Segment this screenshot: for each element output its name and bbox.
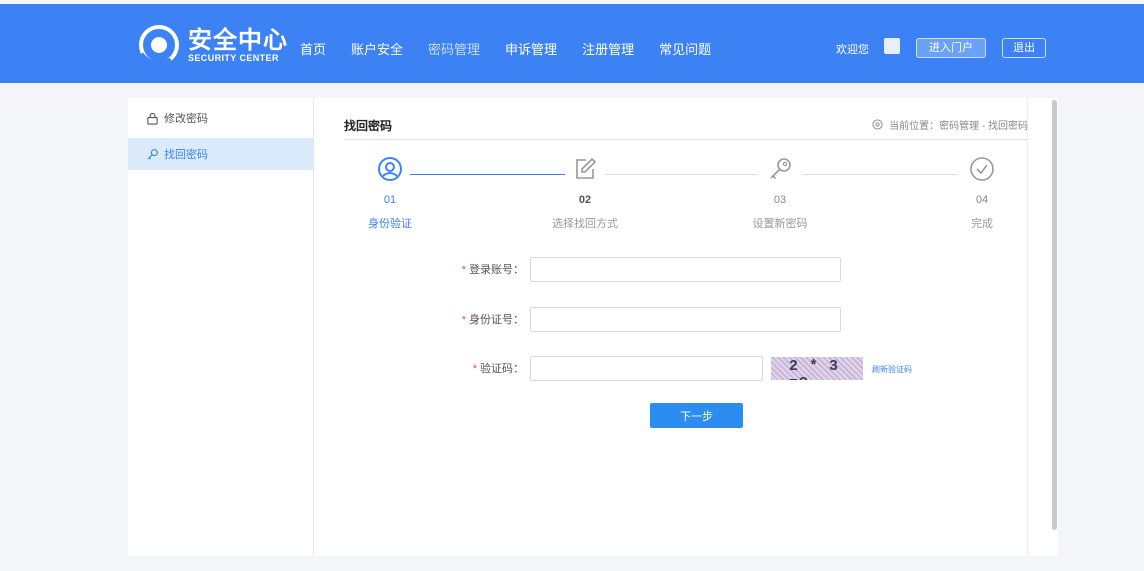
step-label: 身份验证 [368, 218, 412, 230]
step-number: 01 [383, 194, 397, 206]
breadcrumb-text: 当前位置：密码管理 - 找回密码 [889, 121, 1028, 132]
required-mark: * [461, 264, 466, 276]
content-header: 找回密码 当前位置：密码管理 - 找回密码 [344, 112, 1028, 140]
captcha-row: *验证码： 2 * 3 =? 刷新验证码 [328, 356, 1028, 382]
step-label: 选择找回方式 [552, 218, 618, 230]
avatar[interactable] [884, 38, 900, 54]
step-connector [605, 174, 758, 175]
edit-icon [576, 157, 597, 179]
enter-portal-button[interactable]: 进入门户 [916, 38, 986, 58]
user-circle-icon [378, 157, 402, 181]
step-label: 设置新密码 [752, 218, 808, 230]
step-label: 完成 [971, 218, 993, 230]
captcha-text: 2 * 3 =? [789, 358, 840, 380]
step-connector [802, 174, 958, 175]
captcha-input[interactable] [530, 356, 763, 381]
id-number-input[interactable] [530, 307, 841, 332]
nav-item-password-management[interactable]: 密码管理 [428, 39, 480, 58]
sidebar: 修改密码 找回密码 [128, 98, 314, 556]
refresh-captcha-link[interactable]: 刷新验证码 [872, 364, 912, 375]
step-set-new-password: 03 设置新密码 [740, 156, 820, 231]
top-header: 安全中心 SECURITY CENTER 首页 账户安全 密码管理 申诉管理 注… [0, 4, 1144, 83]
security-logo-icon [139, 25, 179, 66]
check-circle-icon [970, 157, 994, 181]
sidebar-item-label: 修改密码 [164, 113, 208, 125]
captcha-label: * 验证码： [472, 363, 524, 375]
breadcrumb: 当前位置：密码管理 - 找回密码 [872, 117, 1028, 132]
content-area: 找回密码 当前位置：密码管理 - 找回密码 01 身份验证 02 选择找回方式 … [328, 98, 1028, 556]
account-label: * 登录账号： [461, 264, 524, 276]
key-icon [147, 148, 158, 160]
nav-item-appeal-management[interactable]: 申诉管理 [505, 39, 557, 58]
nav-item-faq[interactable]: 常见问题 [659, 39, 711, 58]
next-step-button[interactable]: 下一步 [650, 403, 743, 428]
required-mark: * [461, 314, 466, 326]
captcha-image[interactable]: 2 * 3 =? [771, 357, 863, 380]
required-mark: * [472, 363, 477, 375]
account-row: * 登录账号： [328, 257, 1028, 283]
welcome-text: 欢迎您 [836, 44, 869, 56]
logo[interactable]: 安全中心 SECURITY CENTER [138, 24, 288, 66]
step-number: 03 [773, 194, 787, 206]
nav-item-account-security[interactable]: 账户安全 [351, 39, 403, 58]
step-choose-method: 02 选择找回方式 [545, 156, 625, 231]
step-identity-verification: 01 身份验证 [350, 156, 430, 231]
sidebar-item-recover-password[interactable]: 找回密码 [128, 138, 313, 170]
step-complete: 04 完成 [942, 156, 1022, 231]
location-pin-icon [872, 119, 883, 130]
main-nav: 首页 账户安全 密码管理 申诉管理 注册管理 常见问题 [300, 39, 736, 58]
logout-button[interactable]: 退出 [1002, 38, 1046, 58]
logo-title: 安全中心 [188, 24, 288, 54]
nav-item-registration-management[interactable]: 注册管理 [582, 39, 634, 58]
account-input[interactable] [530, 257, 841, 282]
logo-subtitle: SECURITY CENTER [188, 52, 279, 63]
page-title: 找回密码 [344, 119, 393, 133]
step-number: 02 [578, 194, 592, 206]
id-number-row: * 身份证号： [328, 307, 1028, 333]
main-panel: 修改密码 找回密码 找回密码 当前位置：密码管理 - 找回密码 01 身份验证 … [128, 98, 1058, 556]
key-icon [770, 158, 791, 180]
sidebar-item-label: 找回密码 [164, 149, 208, 161]
nav-item-home[interactable]: 首页 [300, 39, 326, 58]
step-indicator: 01 身份验证 02 选择找回方式 03 设置新密码 04 完成 [328, 156, 1028, 236]
id-number-label: * 身份证号： [461, 314, 524, 326]
step-connector [410, 174, 565, 175]
sidebar-item-change-password[interactable]: 修改密码 [128, 102, 313, 134]
lock-icon [147, 112, 158, 125]
step-number: 04 [975, 194, 989, 206]
scrollbar[interactable] [1052, 100, 1057, 530]
